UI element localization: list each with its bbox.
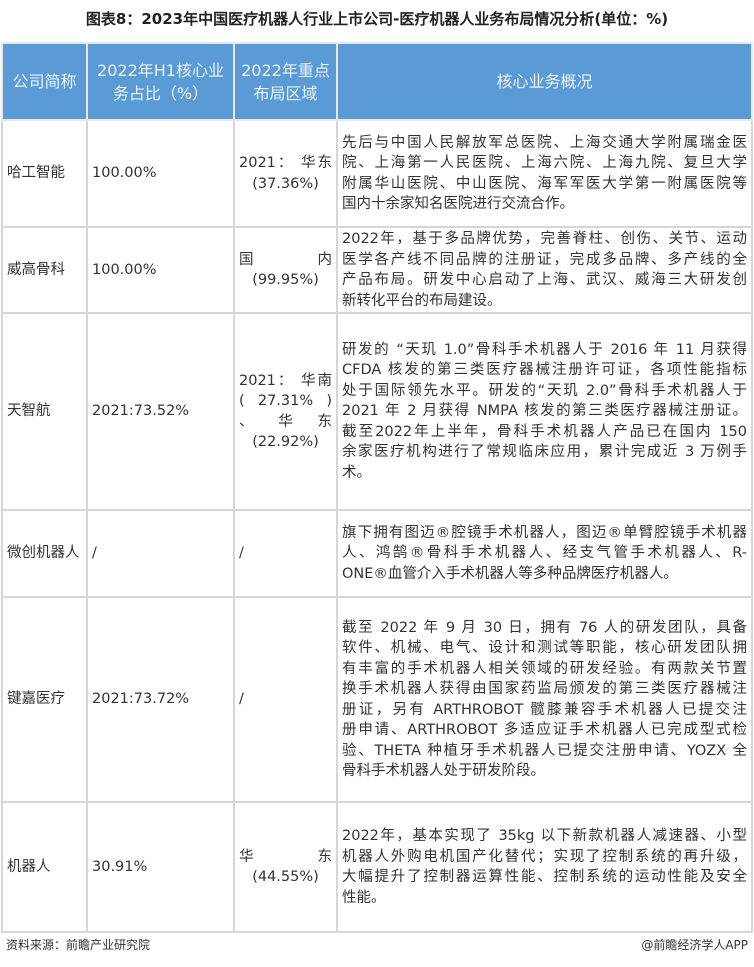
core-business-share: 30.91%	[86, 801, 235, 933]
region-line: 2021： 华东	[239, 155, 332, 171]
overview-line: 验、THETA 种植牙手术机器人已提交注册申请、YOZX 全	[342, 742, 747, 759]
region-line: (37.36%)	[252, 175, 319, 192]
overview-line: CFDA 核发的第三类医疗器械注册许可证，各项性能指标	[342, 362, 747, 379]
header-share: 2022年H1核心业务占比（%）	[86, 42, 235, 121]
table-row: 威高骨科 100.00% 国 内 (99.95%) 2022年，基于多品牌优势，完善脊柱…	[1, 226, 753, 314]
focus-region: /	[233, 596, 338, 803]
table-row: 机器人 30.91% 华 东 (44.55%) 2022年，基本实现了 35kg 以下新…	[1, 801, 753, 933]
overview-line: 旗下拥有图迈®腔镜手术机器人，图迈®单臂腔镜手术机器	[342, 524, 747, 541]
region-line: 、 华 东	[239, 413, 332, 430]
overview-line: 换手术机器人获得由国家药监局颁发的第三类医疗器械注	[342, 681, 747, 697]
overview-line: 附属华山医院、中山医院、海军军医大学第一附属医院等	[342, 175, 747, 192]
company-name: 键嘉医疗	[1, 596, 88, 803]
focus-region: /	[233, 509, 338, 598]
overview-line: 先后与中国人民解放军总医院、上海交通大学附属瑞金医	[342, 134, 747, 151]
overview-line: 2022年，基于多品牌优势，完善脊柱、创伤、关节、运动	[342, 231, 747, 247]
business-overview: 先后与中国人民解放军总医院、上海交通大学附属瑞金医 院、上海第一人民医院、上海六院…	[336, 119, 753, 228]
overview-line: 产品布局。研发中心启动了上海、武汉、威海三大研发创	[342, 272, 747, 288]
region-line: (44.55%)	[252, 869, 319, 885]
overview-line: 册申请、ARTHROBOT 多适应证手术机器人已完成型式检	[342, 722, 747, 738]
overview-line: 研发的 “天玑 1.0”骨科手术机器人于 2016 年 11 月获得	[342, 341, 747, 358]
overview-line: 术。	[342, 464, 371, 481]
region-line: /	[239, 691, 244, 708]
overview-line: 2022年，基本实现了 35kg 以下新款机器人减速器、小型	[342, 828, 747, 844]
table-header-row: 公司简称 2022年H1核心业务占比（%） 2022年重点布局区域 核心业务概况	[1, 42, 753, 121]
company-table: 公司简称 2022年H1核心业务占比（%） 2022年重点布局区域 核心业务概况…	[1, 42, 753, 933]
overview-line: 人、鸿鹄®骨科手术机器人、经支气管手术机器人、R-	[342, 545, 747, 562]
core-business-share: 2021:73.72%	[86, 596, 235, 803]
company-name: 机器人	[1, 801, 88, 933]
overview-line: 截至 2022 年 9 月 30 日，拥有 76 人的研发团队，具备	[342, 619, 747, 636]
region-line: 2021： 华南	[239, 372, 332, 389]
business-overview: 旗下拥有图迈®腔镜手术机器人，图迈®单臂腔镜手术机器 人、鸿鹄®骨科手术机器人、经…	[336, 509, 753, 598]
table-row: 哈工智能 100.00% 2021： 华东 (37.36%) 先后与中国人民解放军总医院…	[1, 119, 753, 228]
core-business-share: 100.00%	[86, 226, 235, 314]
header-description: 核心业务概况	[336, 42, 753, 121]
brand-label: @前瞻经济学人APP	[641, 938, 748, 952]
header-region: 2022年重点布局区域	[233, 42, 338, 121]
business-overview: 2022年，基于多品牌优势，完善脊柱、创伤、关节、运动 医学各产线不同品牌的注册证…	[336, 226, 753, 314]
focus-region: 2021： 华东 (37.36%)	[233, 119, 338, 228]
overview-line: 册证，另有 ARTHROBOT 髋膝兼容手术机器人已提交注	[342, 701, 747, 718]
company-name: 威高骨科	[1, 226, 88, 314]
focus-region: 国 内 (99.95%)	[233, 226, 338, 314]
business-overview: 2022年，基本实现了 35kg 以下新款机器人减速器、小型 机器人外购电机国产化…	[336, 801, 753, 933]
region-line: (99.95%)	[252, 272, 319, 288]
overview-line: 有丰富的手术机器人相关领域的研发经验。有两款关节置	[342, 660, 747, 677]
overview-line: ONE®血管介入手术机器人等多种品牌医疗机器人。	[342, 565, 678, 582]
core-business-share: 100.00%	[86, 119, 235, 228]
overview-line: 院、上海第一人民医院、上海六院、上海九院、复旦大学	[342, 155, 747, 171]
region-line: (22.92%)	[252, 434, 319, 450]
overview-line: 国内十余家知名医院进行交流合作。	[342, 196, 574, 212]
source-note: 资料来源：前瞻产业研究院	[6, 938, 151, 952]
company-name: 天智航	[1, 312, 88, 511]
region-line: /	[239, 545, 244, 562]
chart-title: 图表8：2023年中国医疗机器人行业上市公司-医疗机器人业务布局情况分析(单位：…	[85, 10, 669, 28]
overview-line: 新转化平台的布局建设。	[342, 292, 502, 309]
business-overview: 截至 2022 年 9 月 30 日，拥有 76 人的研发团队，具备 软件、机械、…	[336, 596, 753, 803]
overview-line: 2021 年 2 月获得 NMPA 核发的第三类医疗器械注册证。	[342, 403, 747, 420]
overview-line: 性能。	[342, 889, 386, 906]
region-line: 华 东	[239, 848, 332, 865]
overview-line: 大幅提升了控制器运算性能、控制系统的运动性能及安全	[342, 869, 747, 885]
core-business-share: 2021:73.52%	[86, 312, 235, 511]
overview-line: 余家医疗机构进行了常规临床应用，累计完成近 3 万例手	[342, 444, 747, 461]
overview-line: 截至2022年上半年，骨科手术机器人产品已在国内 150	[342, 423, 747, 440]
table-row: 微创机器人 / / 旗下拥有图迈®腔镜手术机器人，图迈®单臂腔镜手术机器 人、鸿鹄®骨科…	[1, 509, 753, 598]
overview-line: 医学各产线不同品牌的注册证，完成多品牌、多产线的全	[342, 251, 747, 268]
region-line: ( 27.31% )	[239, 393, 332, 409]
table-row: 天智航 2021:73.52% 2021： 华南 ( 27.31% ) 、 华 东 (22…	[1, 312, 753, 511]
header-company: 公司简称	[1, 42, 88, 121]
company-name: 微创机器人	[1, 509, 88, 598]
overview-line: 骨科手术机器人处于研发阶段。	[342, 763, 545, 779]
business-overview: 研发的 “天玑 1.0”骨科手术机器人于 2016 年 11 月获得 CFDA 核…	[336, 312, 753, 511]
focus-region: 华 东 (44.55%)	[233, 801, 338, 933]
overview-line: 机器人外购电机国产化替代；实现了控制系统的再升级，	[342, 848, 747, 865]
core-business-share: /	[86, 509, 235, 598]
region-line: 国 内	[239, 251, 332, 268]
company-name: 哈工智能	[1, 119, 88, 228]
focus-region: 2021： 华南 ( 27.31% ) 、 华 东 (22.92%)	[233, 312, 338, 511]
overview-line: 处于国际领先水平。研发的“天玑 2.0”骨科手术机器人于	[342, 382, 747, 399]
table-row: 键嘉医疗 2021:73.72% / 截至 2022 年 9 月 30 日，拥有 76…	[1, 596, 753, 803]
overview-line: 软件、机械、电气、设计和测试等职能，核心研发团队拥	[342, 640, 747, 656]
